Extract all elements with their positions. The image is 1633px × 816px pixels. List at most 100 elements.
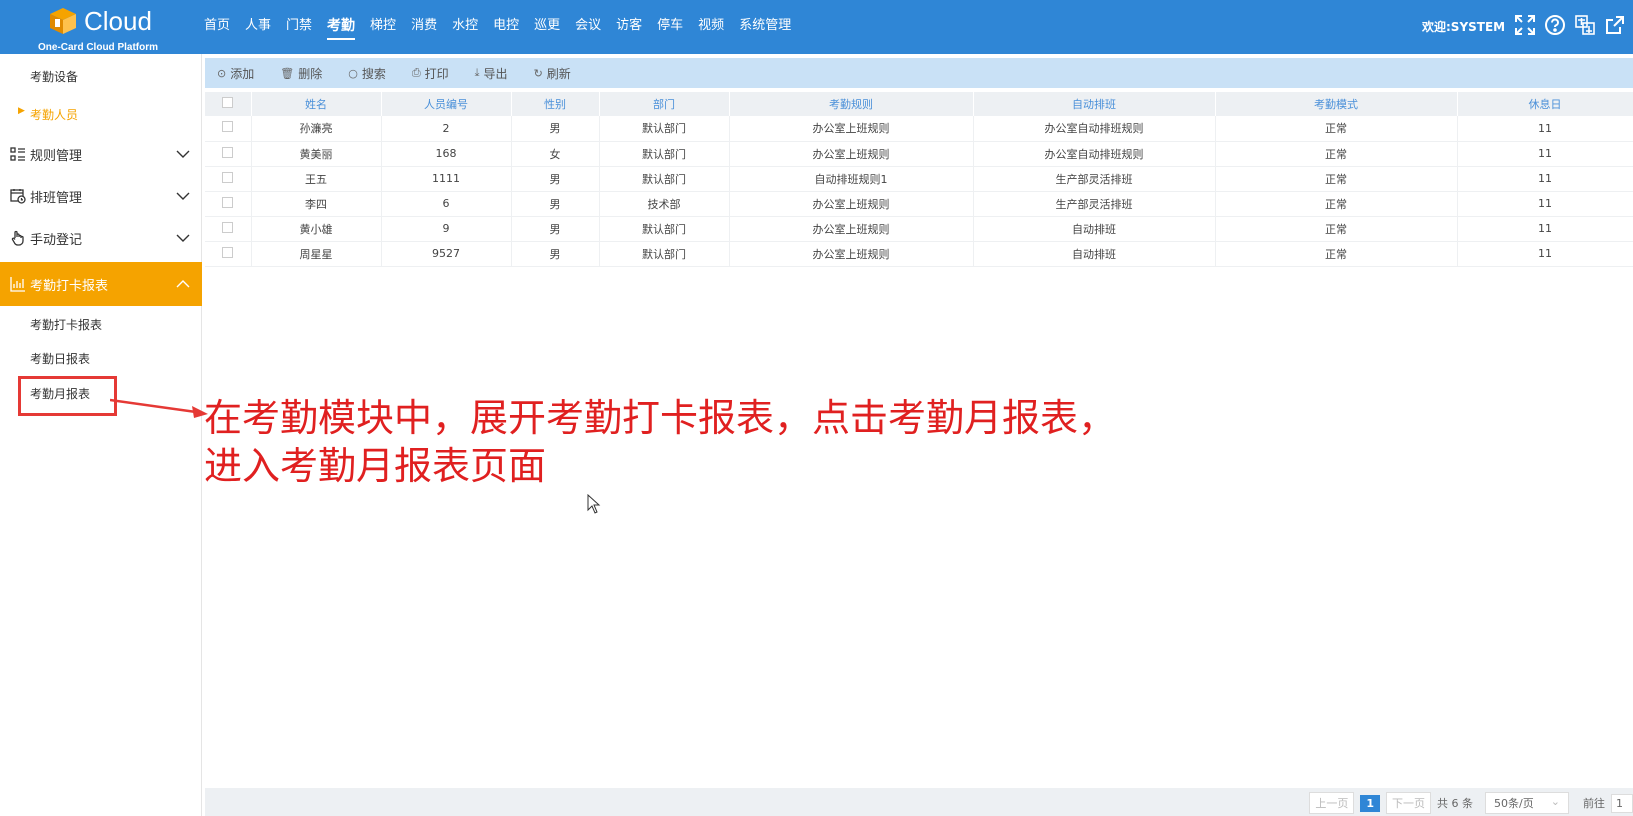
cell-department: 默认部门 [599, 141, 730, 167]
page-size-select[interactable]: 50条/页 ⌄ [1485, 792, 1569, 814]
sidebar-group-label: 规则管理 [30, 148, 83, 164]
table-row[interactable]: 王五 1111 男 默认部门 自动排班规则1 生产部灵活排班 正常 11 [205, 166, 1633, 192]
nav-attendance[interactable]: 考勤 [327, 0, 356, 54]
nav-access-control[interactable]: 门禁 [286, 0, 312, 54]
nav-visitor[interactable]: 访客 [616, 0, 642, 54]
row-select-cell[interactable] [205, 191, 252, 217]
chevron-down-icon [176, 234, 190, 242]
row-checkbox[interactable] [222, 146, 234, 158]
cell-attendance-rule: 办公室上班规则 [729, 116, 974, 142]
nav-patrol[interactable]: 巡更 [534, 0, 560, 54]
export-button[interactable]: ⤓ 导出 [475, 65, 508, 82]
cell-employee-id: 168 [381, 141, 512, 167]
nav-personnel[interactable]: 人事 [245, 0, 271, 54]
table-header-row: 姓名 人员编号 性别 部门 考勤规则 自动排班 考勤模式 休息日 [205, 92, 1633, 116]
cell-name: 孙濂亮 [251, 116, 382, 142]
delete-button[interactable]: 🗑 删除 [280, 65, 322, 82]
sidebar-group-label: 手动登记 [30, 232, 83, 248]
nav-home[interactable]: 首页 [204, 0, 230, 54]
cell-auto-schedule: 办公室自动排班规则 [973, 116, 1216, 142]
column-header-name[interactable]: 姓名 [251, 92, 382, 116]
goto-page-input[interactable]: 1 [1611, 793, 1633, 813]
row-select-cell[interactable] [205, 241, 252, 267]
row-checkbox[interactable] [222, 196, 234, 208]
cell-gender: 男 [511, 216, 600, 242]
fullscreen-icon[interactable] [1514, 14, 1536, 36]
sidebar-item-clock-report[interactable]: 考勤打卡报表 [30, 316, 102, 333]
nav-video[interactable]: 视频 [698, 0, 724, 54]
brand-name: Cloud [84, 6, 152, 36]
external-link-icon[interactable] [1604, 14, 1626, 36]
cell-employee-id: 1111 [381, 166, 512, 192]
row-select-cell[interactable] [205, 141, 252, 167]
nav-system-management[interactable]: 系统管理 [739, 0, 791, 54]
nav-power-control[interactable]: 电控 [493, 0, 519, 54]
row-checkbox[interactable] [222, 171, 234, 183]
pagination: 上一页 1 下一页 共 6 条 50条/页 ⌄ 前往 1 [1309, 792, 1633, 814]
column-header-rest-day[interactable]: 休息日 [1457, 92, 1633, 116]
print-button[interactable]: ⎙ 打印 [412, 65, 449, 82]
prev-page-button[interactable]: 上一页 [1309, 792, 1355, 814]
next-page-button[interactable]: 下一页 [1386, 792, 1431, 814]
table-row[interactable]: 孙濂亮 2 男 默认部门 办公室上班规则 办公室自动排班规则 正常 11 [205, 116, 1633, 142]
table-row[interactable]: 周星星 9527 男 默认部门 办公室上班规则 自动排班 正常 11 [205, 241, 1633, 267]
cell-gender: 男 [511, 241, 600, 267]
column-header-auto-schedule[interactable]: 自动排班 [973, 92, 1216, 116]
sidebar-group-manual-registration[interactable]: 手动登记 [0, 217, 202, 259]
nav-parking[interactable]: 停车 [657, 0, 683, 54]
column-header-attendance-rule[interactable]: 考勤规则 [729, 92, 974, 116]
select-all-checkbox[interactable] [222, 97, 234, 108]
search-icon: ○ [348, 66, 358, 80]
language-icon[interactable] [1574, 14, 1596, 36]
chevron-down-icon: ⌄ [1550, 795, 1560, 808]
help-icon[interactable] [1544, 14, 1566, 36]
select-all-header[interactable] [205, 92, 252, 116]
search-button[interactable]: ○ 搜索 [348, 65, 386, 82]
cell-attendance-rule: 办公室上班规则 [729, 141, 974, 167]
sidebar-group-rule-management[interactable]: 规则管理 [0, 133, 202, 175]
column-header-department[interactable]: 部门 [599, 92, 730, 116]
table-row[interactable]: 李四 6 男 技术部 办公室上班规则 生产部灵活排班 正常 11 [205, 191, 1633, 217]
cell-department: 默认部门 [599, 116, 730, 142]
add-button[interactable]: ⊙ 添加 [217, 65, 254, 82]
cell-attendance-rule: 自动排班规则1 [729, 166, 974, 192]
cell-attendance-mode: 正常 [1215, 116, 1458, 142]
cell-employee-id: 9 [381, 216, 512, 242]
nav-consumption[interactable]: 消费 [411, 0, 437, 54]
tutorial-caption: 在考勤模块中，展开考勤打卡报表，点击考勤月报表， 进入考勤月报表页面 [204, 394, 1116, 490]
row-select-cell[interactable] [205, 166, 252, 192]
row-checkbox[interactable] [222, 121, 234, 133]
cell-gender: 男 [511, 166, 600, 192]
nav-meeting[interactable]: 会议 [575, 0, 601, 54]
table-row[interactable]: 黄小雄 9 男 默认部门 办公室上班规则 自动排班 正常 11 [205, 216, 1633, 242]
sidebar-item-attendance-personnel[interactable]: 考勤人员 [30, 106, 78, 123]
sidebar-group-label: 排班管理 [30, 190, 83, 206]
nav-water-control[interactable]: 水控 [452, 0, 478, 54]
mouse-cursor-icon [587, 494, 601, 514]
table-row[interactable]: 黄美丽 168 女 默认部门 办公室上班规则 办公室自动排班规则 正常 11 [205, 141, 1633, 167]
column-header-attendance-mode[interactable]: 考勤模式 [1215, 92, 1458, 116]
sidebar-item-attendance-device[interactable]: 考勤设备 [30, 68, 78, 85]
row-select-cell[interactable] [205, 216, 252, 242]
cell-rest-day: 11 [1457, 116, 1633, 142]
cell-gender: 男 [511, 191, 600, 217]
row-checkbox[interactable] [222, 221, 234, 233]
column-header-employee-id[interactable]: 人员编号 [381, 92, 512, 116]
sidebar-group-shift-management[interactable]: 排班管理 [0, 175, 202, 217]
nav-elevator[interactable]: 梯控 [370, 0, 396, 54]
personnel-table: 姓名 人员编号 性别 部门 考勤规则 自动排班 考勤模式 休息日 孙濂亮 2 男… [205, 92, 1633, 267]
row-checkbox[interactable] [222, 246, 234, 258]
cell-attendance-rule: 办公室上班规则 [729, 216, 974, 242]
refresh-button[interactable]: ↻ 刷新 [534, 65, 571, 82]
current-page-button[interactable]: 1 [1360, 794, 1380, 812]
cell-employee-id: 9527 [381, 241, 512, 267]
cube-logo-icon [50, 8, 76, 34]
sidebar-group-attendance-report[interactable]: 考勤打卡报表 [0, 262, 202, 306]
column-header-gender[interactable]: 性别 [511, 92, 600, 116]
cell-auto-schedule: 自动排班 [973, 216, 1216, 242]
sidebar-item-daily-report[interactable]: 考勤日报表 [30, 350, 90, 367]
row-select-cell[interactable] [205, 116, 252, 142]
caption-line-1: 在考勤模块中，展开考勤打卡报表，点击考勤月报表， [204, 396, 1117, 440]
brand-logo[interactable]: Cloud One-Card Cloud Platform [30, 4, 180, 53]
caption-line-2: 进入考勤月报表页面 [204, 444, 547, 488]
